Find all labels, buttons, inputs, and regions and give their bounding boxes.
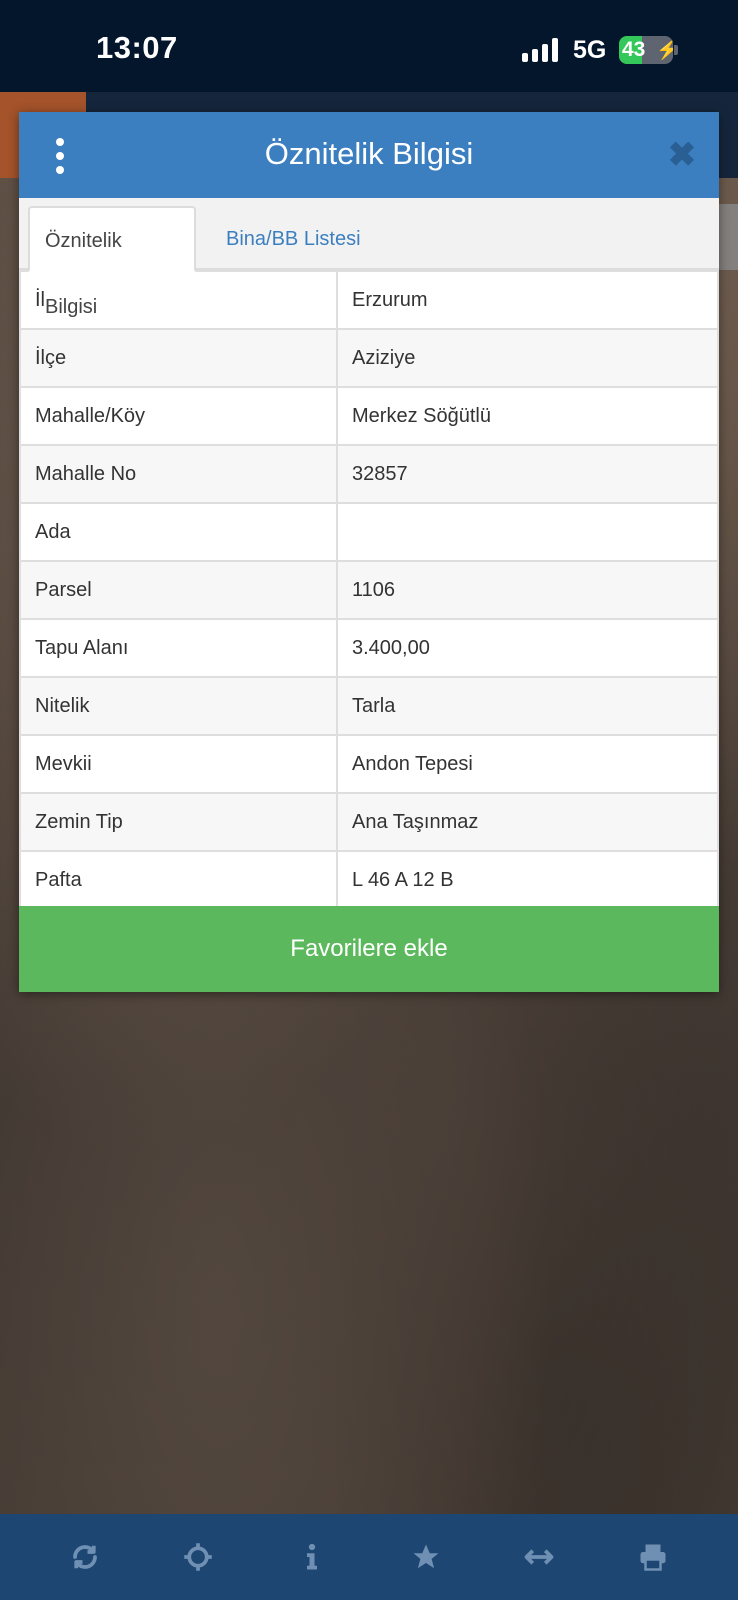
- tab-attribute-info[interactable]: Öznitelik Bilgisi: [28, 206, 196, 318]
- attribute-value: 32857: [336, 444, 719, 504]
- measure-icon: [525, 1549, 554, 1565]
- refresh-button[interactable]: [55, 1527, 115, 1587]
- info-button[interactable]: [282, 1527, 342, 1587]
- battery-icon: 43 ⚡: [619, 36, 673, 64]
- table-row: Mevkii Andon Tepesi: [19, 734, 719, 794]
- attribute-value: Aziziye: [336, 328, 719, 388]
- attribute-key: Mahalle No: [19, 444, 338, 504]
- attribute-key: Zemin Tip: [19, 792, 338, 852]
- table-row: Pafta L 46 A 12 B: [19, 850, 719, 910]
- map-side-handle[interactable]: [718, 204, 738, 270]
- attribute-key: Mevkii: [19, 734, 338, 794]
- print-icon: [640, 1544, 666, 1571]
- locate-button[interactable]: [168, 1527, 228, 1587]
- status-time: 13:07: [96, 30, 178, 65]
- battery-nub: [674, 45, 678, 55]
- table-row: Mahalle No 32857: [19, 444, 719, 504]
- star-icon: [413, 1544, 439, 1569]
- attribute-value: Andon Tepesi: [336, 734, 719, 794]
- attribute-value: [336, 502, 719, 562]
- attribute-key: Parsel: [19, 560, 338, 620]
- favorites-button[interactable]: [396, 1527, 456, 1587]
- info-icon: [307, 1543, 318, 1570]
- attribute-info-dialog: Öznitelik Bilgisi ✖ Öznitelik Bilgisi Bi…: [19, 112, 719, 992]
- table-row: Parsel 1106: [19, 560, 719, 620]
- attribute-key: Tapu Alanı: [19, 618, 338, 678]
- print-button[interactable]: [623, 1527, 683, 1587]
- close-icon[interactable]: ✖: [667, 138, 697, 172]
- table-row: Mahalle/Köy Merkez Söğütlü: [19, 386, 719, 446]
- attribute-value: Tarla: [336, 676, 719, 736]
- attribute-value: Ana Taşınmaz: [336, 792, 719, 852]
- network-type: 5G: [573, 36, 607, 64]
- dialog-tabs: Öznitelik Bilgisi Bina/BB Listesi: [19, 198, 719, 318]
- attribute-value: 1106: [336, 560, 719, 620]
- attribute-value: L 46 A 12 B: [336, 850, 719, 910]
- attribute-value: 3.400,00: [336, 618, 719, 678]
- locate-icon: [184, 1543, 213, 1571]
- attribute-key: Mahalle/Köy: [19, 386, 338, 446]
- table-row: Ada: [19, 502, 719, 562]
- attribute-key: Ada: [19, 502, 338, 562]
- battery-percent: 43: [622, 38, 646, 61]
- cellular-signal-icon: [522, 38, 558, 62]
- attribute-value: Merkez Söğütlü: [336, 386, 719, 446]
- bottom-toolbar: [0, 1514, 738, 1600]
- refresh-icon: [72, 1545, 97, 1569]
- table-row: İl Erzurum: [19, 270, 719, 330]
- charging-bolt-icon: ⚡: [656, 40, 673, 61]
- attribute-key: Nitelik: [19, 676, 338, 736]
- table-row: Zemin Tip Ana Taşınmaz: [19, 792, 719, 852]
- tab-building-list[interactable]: Bina/BB Listesi: [211, 206, 376, 272]
- status-bar: 13:07 5G 43 ⚡: [0, 0, 738, 92]
- measure-button[interactable]: [509, 1527, 569, 1587]
- attribute-key: Pafta: [19, 850, 338, 910]
- dialog-header: Öznitelik Bilgisi ✖: [19, 112, 719, 198]
- add-to-favorites-button[interactable]: Favorilere ekle: [19, 906, 719, 992]
- dialog-title: Öznitelik Bilgisi: [264, 136, 474, 171]
- attribute-value: Erzurum: [336, 270, 719, 330]
- table-row: Nitelik Tarla: [19, 676, 719, 736]
- table-row: Tapu Alanı 3.400,00: [19, 618, 719, 678]
- attribute-table: İl Erzurum İlçe Aziziye Mahalle/Köy Merk…: [19, 270, 719, 910]
- table-row: İlçe Aziziye: [19, 328, 719, 388]
